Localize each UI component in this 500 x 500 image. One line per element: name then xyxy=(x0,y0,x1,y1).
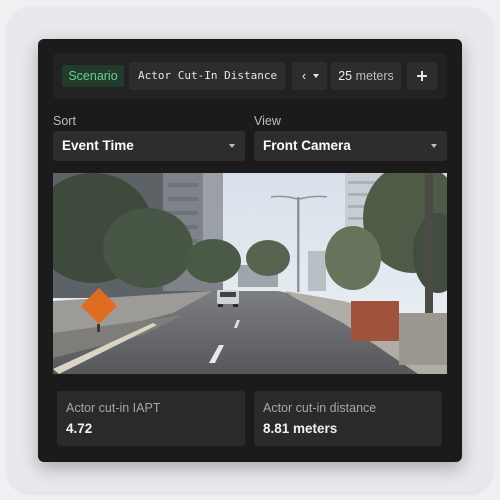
metric-value: 4.72 xyxy=(66,421,93,436)
sort-label: Sort xyxy=(53,114,76,128)
distance-input[interactable]: 25 meters xyxy=(331,62,401,90)
chevron-down-icon xyxy=(229,144,235,148)
chevron-down-icon xyxy=(431,144,437,148)
sort-value: Event Time xyxy=(62,138,134,153)
scenario-select[interactable]: Actor Cut-In Distance xyxy=(129,62,285,90)
metric-card-distance: Actor cut-in distance 8.81 meters xyxy=(254,391,442,446)
caret-down-icon xyxy=(313,74,319,78)
scenario-toolbar: Scenario Actor Cut-In Distance ‹ 25 mete… xyxy=(53,53,447,99)
view-value: Front Camera xyxy=(263,138,351,153)
metric-label: Actor cut-in distance xyxy=(263,401,377,415)
distance-unit: meters xyxy=(355,69,394,83)
view-dropdown[interactable]: Front Camera xyxy=(254,131,447,161)
view-label: View xyxy=(254,114,281,128)
metric-label: Actor cut-in IAPT xyxy=(66,401,161,415)
add-button[interactable] xyxy=(407,62,437,90)
front-camera-image xyxy=(53,173,447,374)
chevron-left-icon: ‹ xyxy=(301,68,307,83)
scenario-badge: Scenario xyxy=(62,65,124,87)
scenario-panel: Scenario Actor Cut-In Distance ‹ 25 mete… xyxy=(38,39,462,462)
metric-value: 8.81 meters xyxy=(263,421,338,436)
sort-dropdown[interactable]: Event Time xyxy=(53,131,245,161)
distance-value: 25 xyxy=(338,69,353,83)
metric-card-iapt: Actor cut-in IAPT 4.72 xyxy=(57,391,245,446)
scenario-nav-button[interactable]: ‹ xyxy=(292,62,327,90)
